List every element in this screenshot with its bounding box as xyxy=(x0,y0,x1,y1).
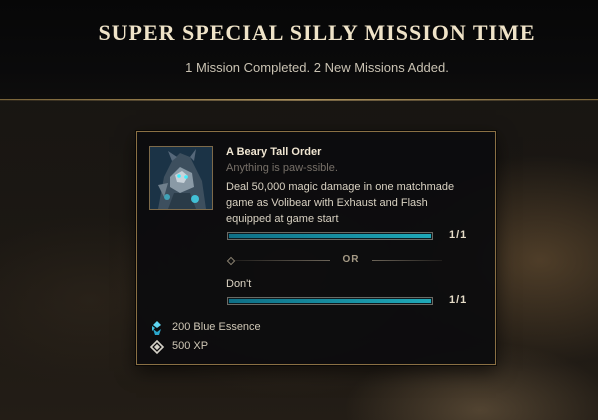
mission-description: Deal 50,000 magic damage in one matchmad… xyxy=(226,181,455,225)
volibear-portrait-icon xyxy=(149,146,213,210)
separator-line-left xyxy=(234,260,330,261)
mission-card[interactable]: A Beary Tall Order Anything is paw-ssibl… xyxy=(136,131,496,365)
objective-progress-count: 1/1 xyxy=(449,229,468,241)
objective-progress-bar xyxy=(227,232,433,240)
alt-objective-progress-fill xyxy=(229,299,431,303)
portrait-art xyxy=(150,147,212,209)
reward-label: 500 XP xyxy=(172,340,209,352)
objective-progress-fill xyxy=(229,234,431,238)
mission-notification-screen: SUPER SPECIAL SILLY MISSION TIME 1 Missi… xyxy=(0,0,598,420)
page-title: SUPER SPECIAL SILLY MISSION TIME xyxy=(98,20,536,45)
alt-objective-progress-bar xyxy=(227,297,433,305)
blue-essence-icon xyxy=(152,321,161,335)
header-divider xyxy=(0,99,598,101)
separator-diamond-icon xyxy=(226,256,236,266)
alt-objective-label: Don't xyxy=(226,278,252,290)
mission-flavor-text: Anything is paw-ssible. xyxy=(226,162,338,174)
reward-label: 200 Blue Essence xyxy=(172,321,261,333)
separator-or-label: OR xyxy=(342,254,360,265)
mission-title: A Beary Tall Order xyxy=(226,146,322,158)
header-banner: SUPER SPECIAL SILLY MISSION TIME 1 Missi… xyxy=(0,0,598,100)
alt-objective-progress-count: 1/1 xyxy=(449,294,468,306)
page-subtitle: 1 Mission Completed. 2 New Missions Adde… xyxy=(185,60,449,75)
separator-line-right xyxy=(372,260,442,261)
xp-icon xyxy=(149,339,165,355)
